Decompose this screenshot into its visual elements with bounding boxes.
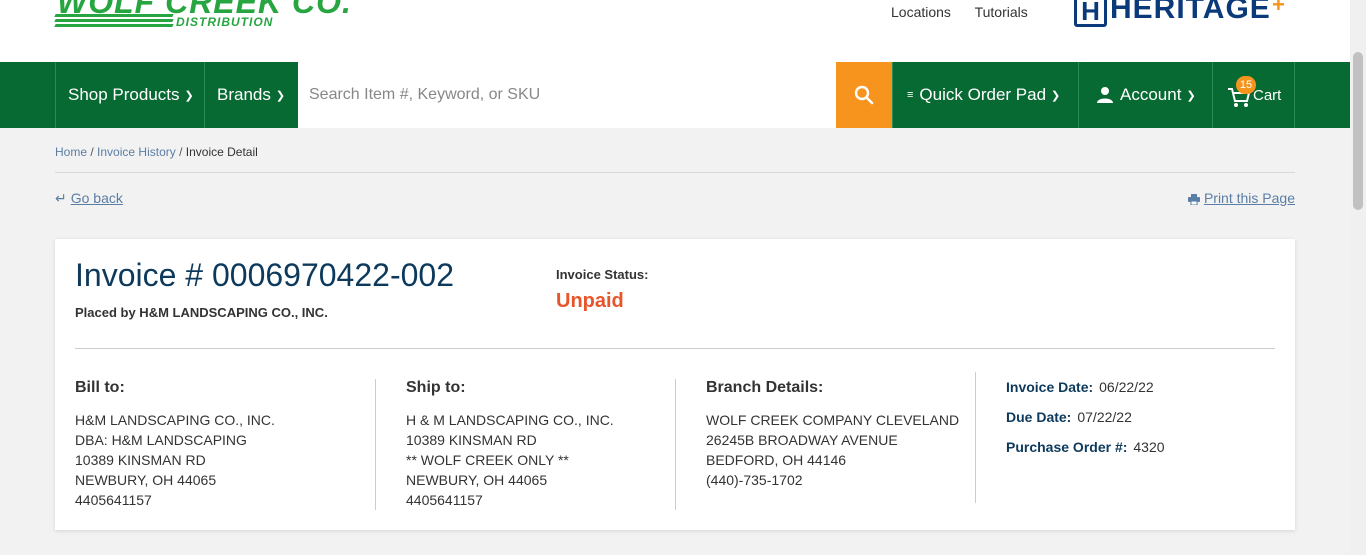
- invoice-status-badge: Unpaid: [556, 290, 624, 312]
- account-menu[interactable]: Account ❯: [1078, 62, 1213, 128]
- purchase-order-value: 4320: [1133, 439, 1165, 455]
- breadcrumb-current: Invoice Detail: [185, 145, 258, 159]
- logo-subtext: DISTRIBUTION: [176, 15, 274, 29]
- breadcrumb: Home / Invoice History / Invoice Detail: [55, 145, 258, 159]
- back-arrow-icon: ↵: [55, 190, 67, 206]
- branch-line: WOLF CREEK COMPANY CLEVELAND: [706, 412, 960, 428]
- heritage-h-icon: H: [1074, 0, 1107, 27]
- card-divider: [75, 348, 1275, 349]
- branch-phone: (440)-735-1702: [706, 472, 803, 488]
- invoice-date-row: Invoice Date: 06/22/22: [1006, 372, 1275, 402]
- heritage-logo[interactable]: H HERITAGE +: [1074, 0, 1294, 28]
- bill-to-heading: Bill to:: [75, 379, 125, 396]
- plus-icon: +: [1272, 0, 1285, 17]
- bill-to-section: Bill to: H&M LANDSCAPING CO., INC. DBA: …: [75, 379, 375, 510]
- search-button[interactable]: [836, 62, 892, 128]
- main-nav: Shop Products ❯ Brands ❯ ≡ Quick Order P…: [0, 62, 1350, 128]
- bill-to-line: H&M LANDSCAPING CO., INC.: [75, 412, 275, 428]
- go-back-label: Go back: [70, 190, 123, 206]
- invoice-title: Invoice # 0006970422-002: [75, 257, 454, 293]
- chevron-down-icon: ❯: [184, 89, 194, 102]
- breadcrumb-separator: /: [90, 145, 94, 159]
- brands-label: Brands: [217, 85, 271, 104]
- invoice-date-value: 06/22/22: [1099, 379, 1154, 395]
- list-icon: ≡: [907, 89, 914, 101]
- search-input[interactable]: [298, 62, 836, 128]
- cart-count-badge: 15: [1236, 76, 1256, 94]
- invoice-date-label: Invoice Date:: [1006, 379, 1094, 395]
- account-label: Account: [1120, 85, 1182, 104]
- top-header: WOLF CREEK CO. DISTRIBUTION Locations Tu…: [0, 0, 1350, 62]
- invoice-meta-section: Invoice Date: 06/22/22 Due Date: 07/22/22 …: [975, 372, 1275, 503]
- quick-order-pad-menu[interactable]: ≡ Quick Order Pad ❯: [892, 62, 1079, 128]
- invoice-card: Invoice # 0006970422-002 Placed by H&M L…: [55, 239, 1295, 530]
- shop-products-menu[interactable]: Shop Products ❯: [55, 62, 205, 128]
- branch-details-heading: Branch Details:: [706, 379, 824, 396]
- shop-products-label: Shop Products: [68, 85, 180, 104]
- print-label: Print this Page: [1203, 190, 1295, 206]
- brands-menu[interactable]: Brands ❯: [204, 62, 298, 128]
- breadcrumb-separator: /: [179, 145, 183, 159]
- chevron-down-icon: ❯: [1051, 89, 1061, 102]
- invoice-status-label: Invoice Status:: [556, 267, 649, 282]
- ship-to-line: 10389 KINSMAN RD: [406, 432, 537, 448]
- quick-order-pad-label: Quick Order Pad: [919, 85, 1047, 104]
- branch-details-section: Branch Details: WOLF CREEK COMPANY CLEVE…: [675, 379, 975, 510]
- search-icon: [854, 85, 874, 105]
- purchase-order-label: Purchase Order #:: [1006, 439, 1128, 455]
- due-date-label: Due Date:: [1006, 409, 1072, 425]
- chevron-down-icon: ❯: [275, 89, 286, 102]
- go-back-link[interactable]: ↵ Go back: [55, 190, 123, 207]
- breadcrumb-invoice-history[interactable]: Invoice History: [97, 145, 176, 159]
- bill-to-line: NEWBURY, OH 44065: [75, 472, 217, 488]
- logo-stripes: [54, 14, 174, 28]
- wolf-creek-logo[interactable]: WOLF CREEK CO. DISTRIBUTION: [54, 0, 351, 32]
- placed-by: Placed by H&M LANDSCAPING CO., INC.: [75, 305, 328, 320]
- breadcrumb-home[interactable]: Home: [55, 145, 87, 159]
- ship-to-section: Ship to: H & M LANDSCAPING CO., INC. 103…: [375, 379, 675, 510]
- cart-button[interactable]: 15 Cart: [1212, 62, 1295, 128]
- top-links: Locations Tutorials: [891, 4, 1048, 20]
- bill-to-line: 4405641157: [75, 492, 152, 508]
- scrollbar-thumb[interactable]: [1353, 52, 1363, 210]
- purchase-order-row: Purchase Order #: 4320: [1006, 432, 1275, 462]
- ship-to-line: NEWBURY, OH 44065: [406, 472, 548, 488]
- printer-icon: [1187, 193, 1200, 206]
- due-date-row: Due Date: 07/22/22: [1006, 402, 1275, 432]
- ship-to-line: 4405641157: [406, 492, 483, 508]
- ship-to-line: ** WOLF CREEK ONLY **: [406, 452, 569, 468]
- user-icon: [1097, 87, 1113, 103]
- ship-to-line: H & M LANDSCAPING CO., INC.: [406, 412, 614, 428]
- bill-to-line: DBA: H&M LANDSCAPING: [75, 432, 247, 448]
- branch-line: 26245B BROADWAY AVENUE: [706, 432, 898, 448]
- chevron-down-icon: ❯: [1186, 89, 1196, 102]
- bill-to-line: 10389 KINSMAN RD: [75, 452, 206, 468]
- locations-link[interactable]: Locations: [891, 4, 951, 20]
- print-page-link[interactable]: Print this Page: [1187, 190, 1295, 206]
- ship-to-heading: Ship to:: [406, 379, 466, 396]
- tutorials-link[interactable]: Tutorials: [975, 4, 1028, 20]
- branch-line: BEDFORD, OH 44146: [706, 452, 847, 468]
- heritage-wordmark: HERITAGE: [1110, 0, 1271, 25]
- search-box: [298, 62, 836, 128]
- breadcrumb-divider: [55, 172, 1295, 173]
- cart-label: Cart: [1253, 86, 1282, 104]
- page-scrollbar[interactable]: [1350, 0, 1366, 555]
- due-date-value: 07/22/22: [1077, 409, 1132, 425]
